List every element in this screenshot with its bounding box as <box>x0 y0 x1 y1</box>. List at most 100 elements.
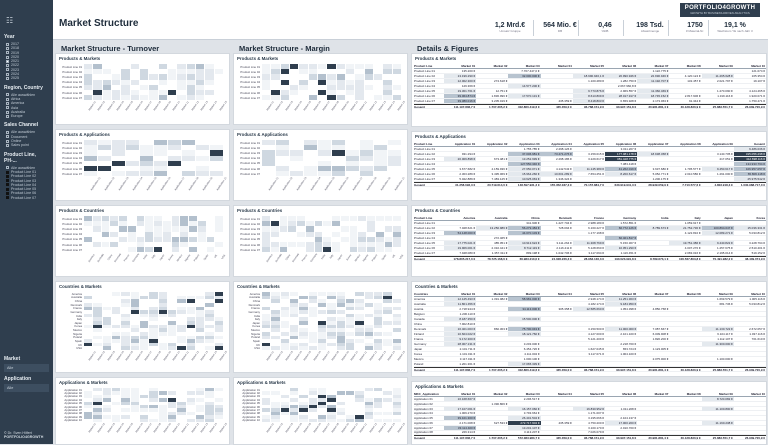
heatmap-cell[interactable] <box>121 346 131 350</box>
heatmap-cell[interactable] <box>158 418 168 422</box>
column-header[interactable]: Market 03 <box>508 64 540 68</box>
column-header[interactable]: Market 03 <box>508 292 540 296</box>
heatmap-cell[interactable] <box>195 346 206 350</box>
heatmap-cell[interactable] <box>336 418 346 422</box>
checkbox-icon[interactable] <box>6 77 9 81</box>
heatmap-cell[interactable] <box>111 346 122 350</box>
heatmap-cell[interactable] <box>102 95 112 101</box>
heatmap-cell[interactable] <box>177 418 187 422</box>
heatmap-cell[interactable] <box>355 95 365 101</box>
heatmap-cell[interactable] <box>383 95 393 101</box>
heatmap-cell[interactable] <box>210 171 224 177</box>
checkbox-icon[interactable] <box>6 166 9 170</box>
checkbox-icon[interactable] <box>6 143 9 147</box>
heatmap-cell[interactable] <box>154 171 168 177</box>
column-header[interactable]: MKC_Application <box>414 392 444 396</box>
column-header[interactable]: Market 06 <box>605 64 637 68</box>
heatmap-cell[interactable] <box>332 247 341 253</box>
heatmap-cell[interactable] <box>158 346 168 350</box>
column-header[interactable]: Market 02 <box>476 64 508 68</box>
market-slicer[interactable]: Alle <box>4 364 49 372</box>
column-header[interactable]: Market 07 <box>637 392 669 396</box>
heatmap-cell[interactable] <box>112 171 126 177</box>
heatmap-cell[interactable] <box>308 346 318 350</box>
column-header[interactable]: Korea <box>734 216 766 220</box>
heatmap-cell[interactable] <box>189 247 198 253</box>
heatmap-cell[interactable] <box>373 95 384 101</box>
heatmap-cell[interactable] <box>358 247 367 253</box>
heatmap-cell[interactable] <box>383 346 393 350</box>
column-header[interactable]: Application 01 <box>444 142 476 146</box>
heatmap-cell[interactable] <box>110 247 119 253</box>
heatmap-cell[interactable] <box>355 418 365 422</box>
checkbox-icon[interactable] <box>6 106 9 110</box>
heatmap-cell[interactable] <box>345 346 356 350</box>
heatmap-cell[interactable] <box>262 247 271 253</box>
checkbox-icon[interactable] <box>6 114 9 118</box>
filter-option[interactable]: Europe <box>0 114 53 118</box>
checkbox-icon[interactable] <box>6 51 9 55</box>
checkbox-icon[interactable] <box>6 97 9 101</box>
heatmap-cell[interactable] <box>373 346 384 350</box>
column-header[interactable]: Market 09 <box>702 292 734 296</box>
heatmap-cell[interactable] <box>355 346 365 350</box>
heatmap-cell[interactable] <box>93 418 103 422</box>
table-total-row[interactable]: Gesamt 178.805.217,0 € 78.725.168,6 € 66.98… <box>414 256 766 261</box>
filter-option[interactable]: Product Line 07 <box>0 196 53 200</box>
column-header[interactable]: Australia <box>476 216 508 220</box>
column-header[interactable]: Market 09 <box>702 392 734 396</box>
heatmap-cell[interactable] <box>197 247 207 253</box>
heatmap-cell[interactable] <box>136 247 146 253</box>
heatmap-cell[interactable] <box>332 171 346 177</box>
heatmap-cell[interactable] <box>299 95 309 101</box>
heatmap-cell[interactable] <box>289 95 300 101</box>
column-header[interactable]: America <box>444 216 476 220</box>
heatmap-cell[interactable] <box>340 247 350 253</box>
heatmap-cell[interactable] <box>92 247 102 253</box>
heatmap-cell[interactable] <box>186 346 196 350</box>
column-header[interactable]: Market 06 <box>605 292 637 296</box>
column-header[interactable]: Market 07 <box>637 64 669 68</box>
heatmap-cell[interactable] <box>177 95 187 101</box>
heatmap-cell[interactable] <box>392 95 402 101</box>
heatmap-cell[interactable] <box>271 418 281 422</box>
heatmap-cell[interactable] <box>323 247 332 253</box>
heatmap-cell[interactable] <box>139 346 150 350</box>
heatmap-cell[interactable] <box>214 95 224 101</box>
heatmap-cell[interactable] <box>299 418 309 422</box>
heatmap-cell[interactable] <box>393 247 402 253</box>
heatmap-cell[interactable] <box>126 171 140 177</box>
checkbox-icon[interactable] <box>6 196 9 200</box>
heatmap-cell[interactable] <box>314 247 324 253</box>
heatmap-cell[interactable] <box>214 346 224 350</box>
checkbox-icon[interactable] <box>6 135 9 139</box>
heatmap-cell[interactable] <box>262 95 272 101</box>
heatmap-cell[interactable] <box>130 346 140 350</box>
heatmap-cell[interactable] <box>317 95 328 101</box>
heatmap-cell[interactable] <box>84 95 94 101</box>
checkbox-icon[interactable] <box>6 187 9 191</box>
checkbox-icon[interactable] <box>6 101 9 105</box>
heatmap-cell[interactable] <box>374 171 388 177</box>
column-header[interactable]: Market 05 <box>573 392 605 396</box>
column-header[interactable]: Product Line <box>414 216 444 220</box>
column-header[interactable]: Market 04 <box>541 292 573 296</box>
heatmap-cell[interactable] <box>289 346 300 350</box>
heatmap-cell[interactable] <box>171 247 181 253</box>
checkbox-icon[interactable] <box>6 93 9 97</box>
heatmap-cell[interactable] <box>270 247 280 253</box>
heatmap-cell[interactable] <box>383 418 393 422</box>
heatmap-cell[interactable] <box>299 346 309 350</box>
column-header[interactable]: Market 02 <box>476 392 508 396</box>
heatmap-cell[interactable] <box>327 95 337 101</box>
heatmap-cell[interactable] <box>367 247 376 253</box>
heatmap-cell[interactable] <box>392 346 402 350</box>
column-header[interactable]: Market 03 <box>508 392 540 396</box>
heatmap-cell[interactable] <box>149 418 159 422</box>
column-header[interactable]: Market 08 <box>669 64 701 68</box>
checkbox-icon[interactable] <box>6 110 9 114</box>
column-header[interactable]: Market 08 <box>669 292 701 296</box>
checkbox-icon[interactable] <box>6 139 9 143</box>
heatmap-cell[interactable] <box>349 247 359 253</box>
column-header[interactable]: Application 04 <box>541 142 573 146</box>
